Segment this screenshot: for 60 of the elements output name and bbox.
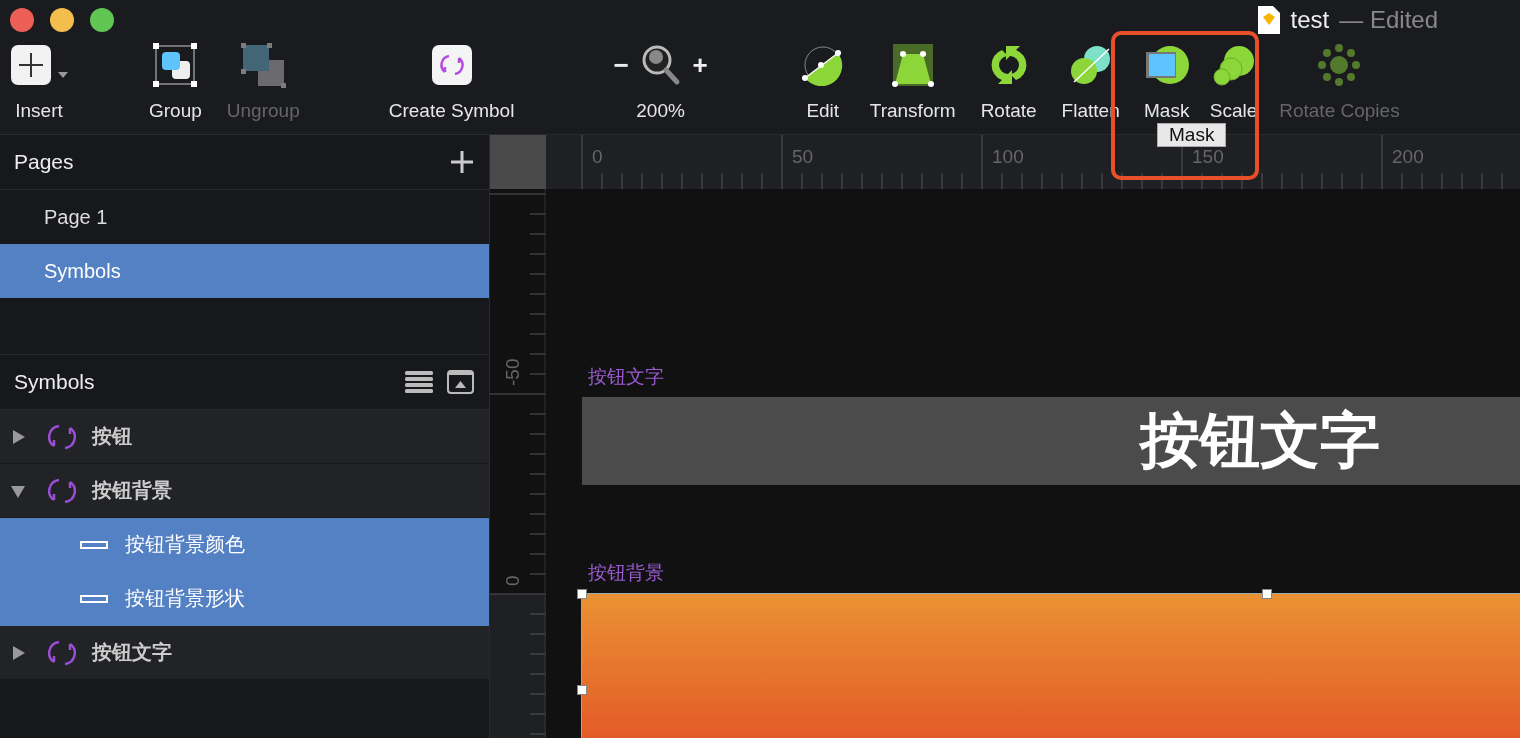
sun-icon <box>1318 44 1361 86</box>
symbol-icon <box>48 422 76 451</box>
symbol-icon <box>431 45 472 85</box>
layer-name: 按钮背景 <box>92 478 172 503</box>
layer-row[interactable]: 按钮背景 <box>0 464 489 518</box>
search-icon <box>640 44 681 86</box>
page-item[interactable]: Page 1 <box>0 190 489 244</box>
transform-icon <box>890 42 935 88</box>
edited-status: — Edited <box>1339 6 1438 34</box>
rectangle-layer-icon <box>80 540 108 549</box>
section-title: Pages <box>14 150 74 174</box>
layer-row[interactable]: 按钮文字 <box>0 626 489 680</box>
button-text: 按钮文字 <box>1140 405 1380 476</box>
symbol-tool-button[interactable]: Create Symbol <box>388 40 515 122</box>
group-icon <box>152 42 199 88</box>
ungroup-icon <box>240 42 287 88</box>
edit-icon <box>800 44 845 86</box>
layer-row[interactable]: 按钮背景颜色 <box>0 518 489 572</box>
section-title: Symbols <box>14 370 95 394</box>
mask-tool-button[interactable]: Mask <box>1143 40 1190 122</box>
scale-tool-button[interactable]: Scale <box>1209 40 1258 122</box>
resize-handle[interactable] <box>577 685 587 695</box>
plus-icon <box>10 44 68 86</box>
layer-name: 按钮背景颜色 <box>125 532 245 557</box>
window-title: test <box>1290 6 1330 34</box>
expand-triangle-icon[interactable] <box>10 428 26 445</box>
page-item[interactable]: Symbols <box>0 244 489 298</box>
symbol-icon <box>48 476 76 505</box>
layer-name: 按钮背景形状 <box>125 586 245 611</box>
insert-tool-button[interactable]: Insert <box>10 40 68 122</box>
document-icon <box>1256 5 1281 35</box>
symbol-icon <box>48 638 76 667</box>
transform-tool-button[interactable]: Transform <box>869 40 956 122</box>
layer-row[interactable]: 按钮 <box>0 410 489 464</box>
resize-handle[interactable] <box>577 589 587 599</box>
scale-icon <box>1211 44 1256 86</box>
collapse-icon[interactable] <box>447 370 474 394</box>
list-icon[interactable] <box>405 371 433 393</box>
layer-row[interactable]: 按钮背景形状 <box>0 572 489 626</box>
zoom-out-button[interactable]: − <box>609 49 633 81</box>
add-icon[interactable] <box>450 150 474 174</box>
rectangle-layer-icon <box>80 594 108 603</box>
expand-triangle-icon[interactable] <box>10 644 26 661</box>
zoom-button[interactable] <box>90 8 114 32</box>
rotate-tool-button[interactable]: Rotate <box>980 40 1037 122</box>
layer-name: 按钮文字 <box>92 640 172 665</box>
minimize-button[interactable] <box>50 8 74 32</box>
zoom-in-button[interactable]: + <box>688 49 712 81</box>
ruler-corner <box>490 135 546 189</box>
group-tool-button[interactable]: Group <box>149 40 202 122</box>
zoom-level: 200% <box>636 100 685 122</box>
mask-icon <box>1143 44 1190 86</box>
close-button[interactable] <box>10 8 34 32</box>
vertical-ruler: -50 0 <box>490 189 546 738</box>
layer-name: 按钮 <box>92 424 132 449</box>
edit-tool-button[interactable]: Edit <box>800 40 845 122</box>
flatten-icon <box>1068 44 1113 86</box>
artboard-name[interactable]: 按钮文字 <box>588 367 664 397</box>
resize-handle[interactable] <box>1262 589 1272 599</box>
artboard-name[interactable]: 按钮背景 <box>588 563 664 593</box>
